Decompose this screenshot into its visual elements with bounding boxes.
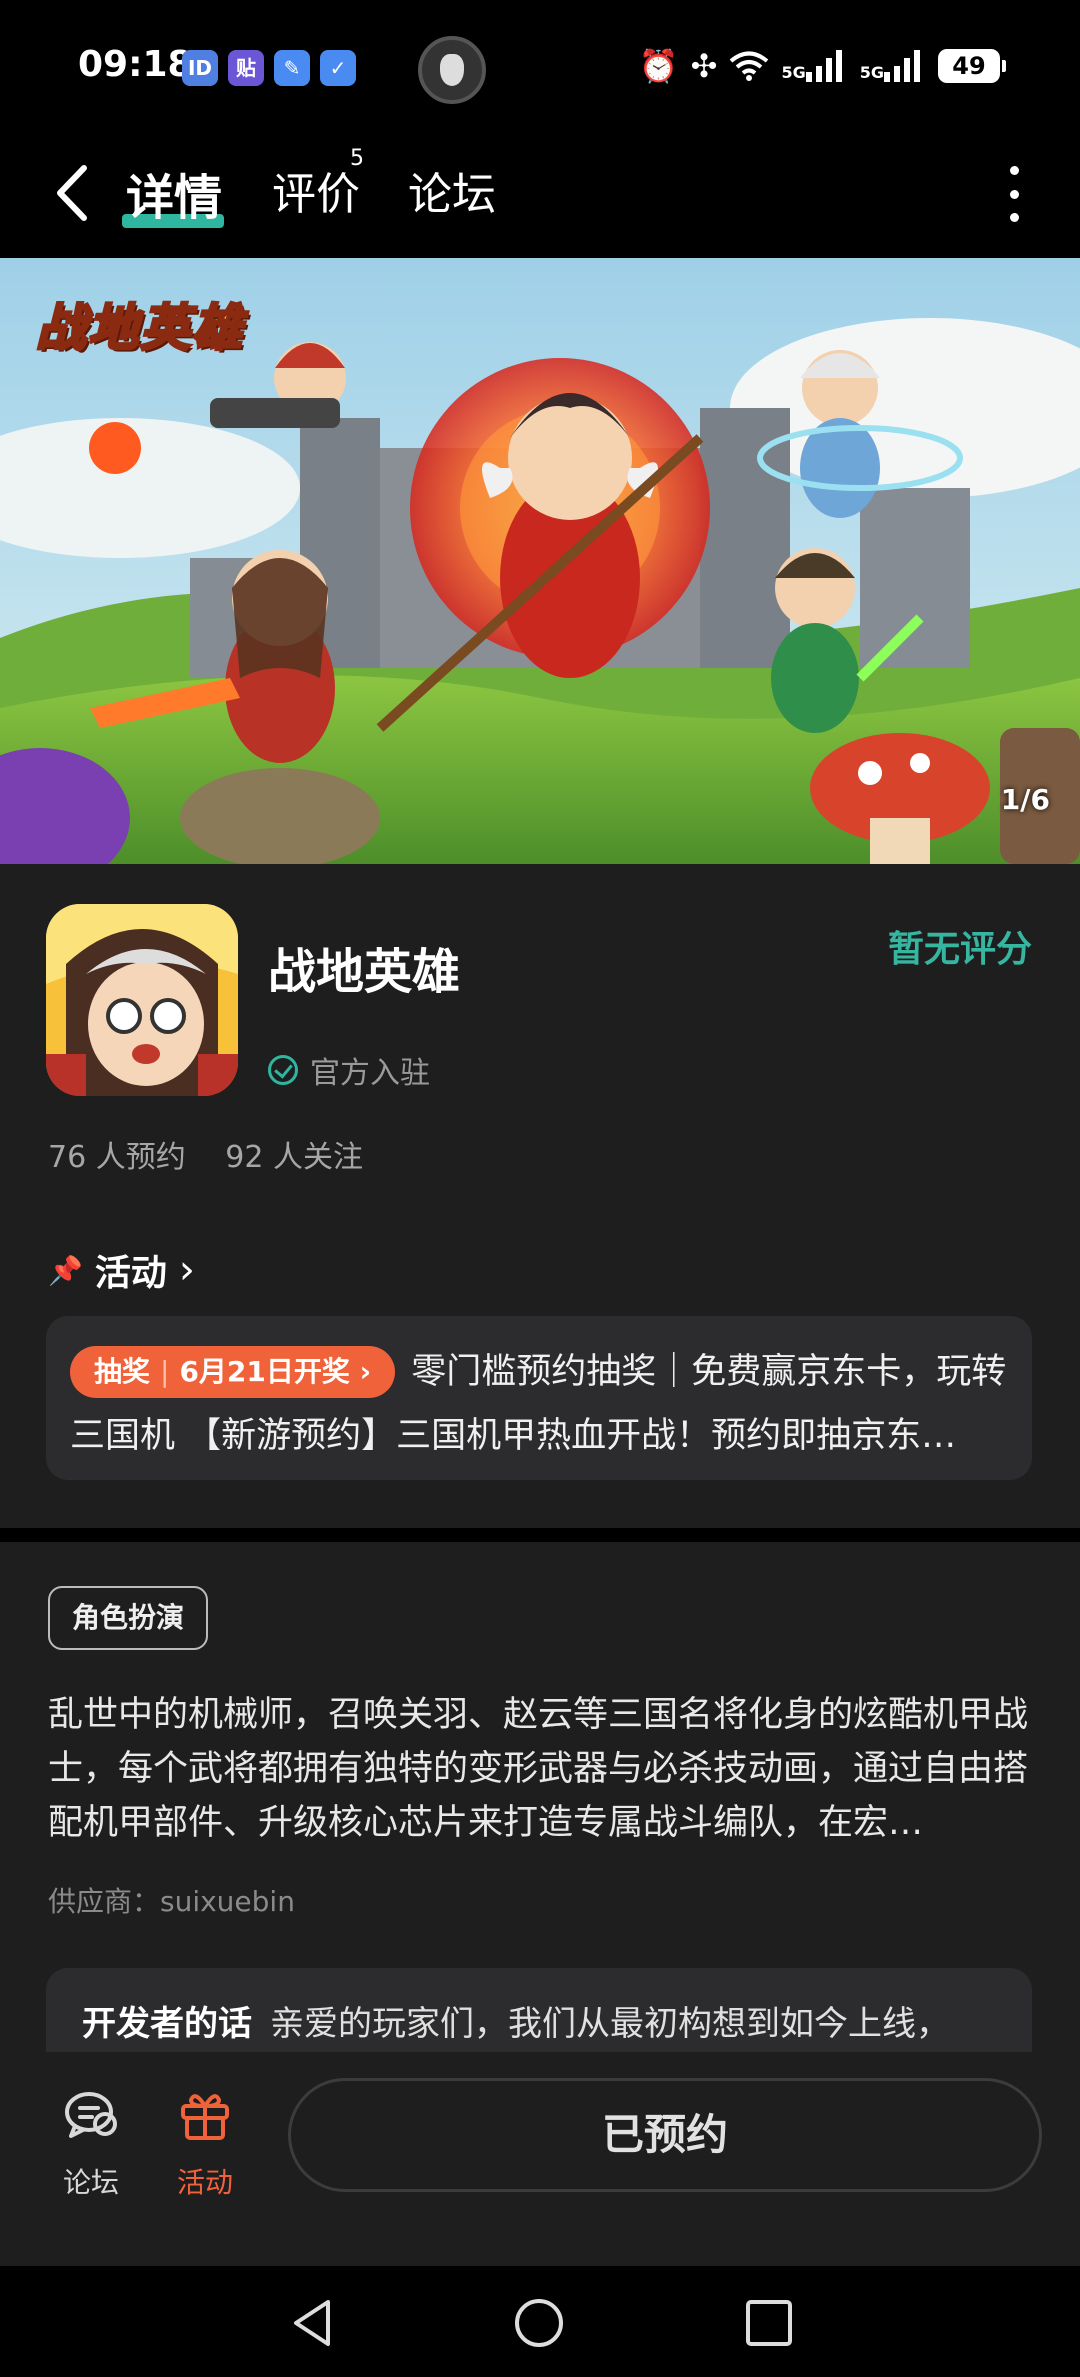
fan-icon: ✣ (690, 47, 718, 85)
notification-check-icon: ✓ (320, 50, 356, 86)
rating-status[interactable]: 暂无评分 (888, 920, 1032, 972)
top-nav-bar: 详情 评价 5 论坛 (0, 130, 1080, 258)
tab-reviews[interactable]: 评价 (272, 158, 360, 222)
developer-note-title: 开发者的话 (82, 2004, 252, 2044)
section-divider (0, 1528, 1080, 1542)
activity-card[interactable]: 抽奖 | 6月21日开奖 › 零门槛预约抽奖｜免费赢京东卡，玩转三国机 【新游预约】三… (46, 1316, 1032, 1480)
lottery-tag-type: 抽奖 (94, 1355, 151, 1388)
wifi-icon (730, 51, 769, 81)
status-bar: 09:18 ID 贴 ✎ ✓ ⏰ ✣ 5G 5G 49 (0, 0, 1080, 130)
network-type-1: 5G (781, 63, 806, 82)
alarm-icon: ⏰ (638, 47, 679, 85)
cell-signal-1: 5G (781, 50, 847, 82)
network-type-2: 5G (859, 63, 884, 82)
tag-separator: | (160, 1355, 170, 1388)
notification-edit-icon: ✎ (274, 50, 310, 86)
bottom-action-bar: 论坛 活动 已预约 (0, 2052, 1080, 2266)
system-recents-icon[interactable] (742, 2296, 796, 2350)
floating-app-icon (418, 36, 486, 104)
game-stats: 76 人预约 92 人关注 (48, 1132, 393, 1176)
follower-count: 92 人关注 (225, 1140, 363, 1175)
notification-icons: ID 贴 ✎ ✓ (182, 50, 356, 86)
bottom-forum-label: 论坛 (62, 2166, 119, 2199)
pin-icon: 📌 (48, 1253, 83, 1287)
lottery-tag-date: 6月21日开奖 (179, 1355, 350, 1388)
tab-detail[interactable]: 详情 (126, 158, 222, 228)
lottery-tag: 抽奖 | 6月21日开奖 › (70, 1346, 396, 1398)
screenshot-carousel[interactable]: 战地英雄 1/6 (0, 258, 1080, 864)
tab-forum[interactable]: 论坛 (408, 158, 496, 222)
signal-bars-icon (805, 50, 848, 82)
game-description-section: 角色扮演 乱世中的机械师，召唤关羽、赵云等三国名将化身的炫酷机甲战士，每个武将都… (0, 1542, 1080, 2088)
system-navigation-bar (0, 2266, 1080, 2377)
system-back-icon[interactable] (286, 2296, 340, 2350)
bottom-activity-button[interactable]: 活动 (160, 2084, 250, 2201)
bottom-forum-button[interactable]: 论坛 (46, 2084, 136, 2201)
game-description-text[interactable]: 乱世中的机械师，召唤关羽、赵云等三国名将化身的炫酷机甲战士，每个武将都拥有独特的… (48, 1688, 1034, 1850)
genre-tag[interactable]: 角色扮演 (48, 1586, 209, 1650)
activity-section-header[interactable]: 📌 活动 › (48, 1244, 195, 1296)
signal-bars-icon (884, 50, 926, 82)
game-logo-text: 战地英雄 (35, 298, 244, 359)
status-time: 09:18 (78, 44, 193, 85)
carousel-counter: 1/6 (1000, 783, 1050, 816)
back-arrow-icon[interactable] (48, 160, 98, 226)
game-title: 战地英雄 (268, 944, 461, 1000)
system-home-icon[interactable] (512, 2296, 566, 2350)
developer-note-text: 亲爱的玩家们，我们从最初构想到如今上线， (270, 2004, 950, 2044)
check-circle-icon (268, 1055, 298, 1085)
battery-indicator: 49 (938, 49, 1006, 83)
reservation-count: 76 人预约 (48, 1140, 186, 1175)
chat-bubble-icon (65, 2092, 117, 2138)
official-badge: 官方入驻 (268, 1048, 430, 1092)
notification-tieba-icon: 贴 (228, 50, 264, 86)
activity-section-title: 活动 (94, 1253, 167, 1294)
more-options-icon[interactable] (1008, 166, 1020, 222)
bottom-activity-label: 活动 (176, 2166, 233, 2199)
supplier-info: 供应商：suixuebin (48, 1885, 295, 1918)
reserved-button[interactable]: 已预约 (288, 2078, 1042, 2192)
system-indicators: ⏰ ✣ 5G 5G 49 (638, 46, 1006, 86)
game-app-icon (46, 904, 238, 1096)
cell-signal-2: 5G (860, 50, 926, 82)
review-count-badge: 5 (350, 146, 364, 171)
notification-app-icon: ID (182, 50, 218, 86)
game-info-section: 战地英雄 官方入驻 暂无评分 76 人预约 92 人关注 📌 活动 › 抽奖 | 6… (0, 864, 1080, 1528)
gift-icon (181, 2094, 229, 2140)
official-badge-label: 官方入驻 (310, 1056, 430, 1091)
chevron-right-icon: › (178, 1247, 195, 1293)
